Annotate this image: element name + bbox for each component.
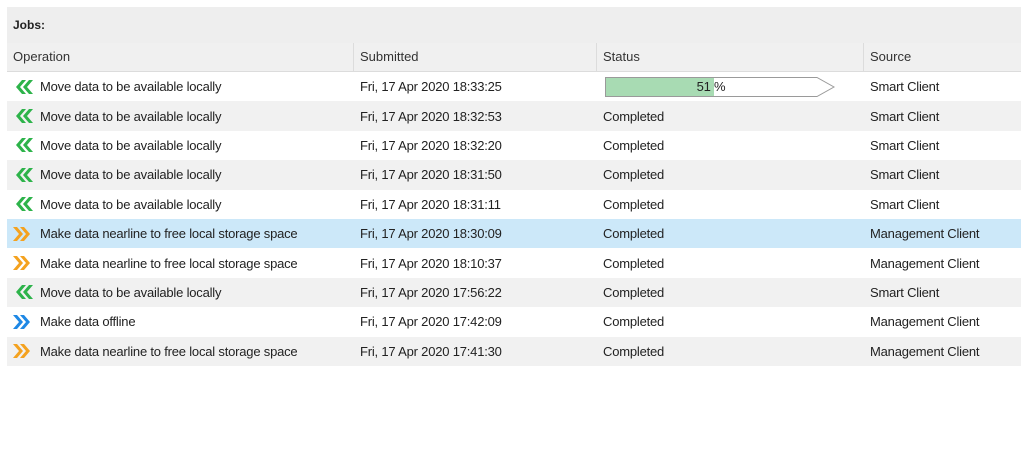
panel-title: Jobs:: [7, 7, 1021, 43]
chevrons-left-icon: [16, 79, 33, 94]
table-row[interactable]: Make data nearline to free local storage…: [7, 336, 1021, 366]
cell-status: Completed: [597, 278, 864, 307]
table-row[interactable]: Move data to be available locally Fri, 17…: [7, 101, 1021, 131]
cell-operation: Move data to be available locally: [7, 160, 354, 189]
chevrons-right-icon: [13, 314, 30, 329]
table-row[interactable]: Move data to be available locally Fri, 17…: [7, 160, 1021, 190]
cell-status: Completed: [597, 160, 864, 189]
cell-submitted: Fri, 17 Apr 2020 18:31:11: [360, 196, 501, 212]
operation-text: Move data to be available locally: [40, 108, 222, 124]
status-text: Completed: [603, 108, 665, 124]
operation-text: Make data offline: [40, 314, 136, 330]
jobs-panel: Jobs: Operation Submitted Status Source …: [7, 7, 1021, 458]
table-row[interactable]: Move data to be available locally Fri, 17…: [7, 190, 1021, 219]
cell-source: Smart Client: [870, 167, 940, 183]
operation-text: Move data to be available locally: [40, 167, 222, 183]
cell-status: Completed: [597, 248, 864, 277]
cell-source: Smart Client: [870, 196, 940, 212]
cell-submitted: Fri, 17 Apr 2020 18:30:09: [360, 226, 502, 242]
table-row[interactable]: Make data offline Fri, 17 Apr 2020 17:42:…: [7, 307, 1021, 336]
cell-submitted: Fri, 17 Apr 2020 18:32:20: [360, 137, 502, 153]
cell-status: 51 %: [597, 72, 864, 101]
cell-source: Management Client: [870, 343, 980, 359]
operation-text: Make data nearline to free local storage…: [40, 255, 298, 271]
grid-header: Operation Submitted Status Source: [7, 43, 1021, 72]
table-row[interactable]: Move data to be available locally Fri, 17…: [7, 277, 1021, 308]
cell-status: Completed: [597, 337, 864, 366]
cell-submitted: Fri, 17 Apr 2020 18:32:53: [360, 108, 502, 124]
jobs-grid: Operation Submitted Status Source Move d…: [7, 43, 1021, 366]
cell-status: Completed: [597, 131, 864, 160]
cell-submitted: Fri, 17 Apr 2020 17:41:30: [360, 343, 502, 359]
cell-status: Completed: [597, 219, 864, 248]
chevrons-left-icon: [16, 197, 33, 212]
operation-text: Move data to be available locally: [40, 137, 222, 153]
chevrons-right-icon: [13, 226, 30, 241]
cell-status: Completed: [597, 190, 864, 219]
cell-operation: Make data nearline to free local storage…: [7, 248, 354, 277]
column-header-operation[interactable]: Operation: [7, 43, 354, 71]
table-row[interactable]: Move data to be available locally Fri, 17…: [7, 72, 1021, 101]
chevrons-left-icon: [16, 167, 33, 182]
table-row[interactable]: Make data nearline to free local storage…: [7, 218, 1021, 249]
status-text: Completed: [603, 137, 665, 153]
status-text: Completed: [603, 284, 665, 300]
status-text: Completed: [603, 167, 665, 183]
cell-submitted: Fri, 17 Apr 2020 17:42:09: [360, 314, 502, 330]
operation-text: Move data to be available locally: [40, 79, 222, 95]
cell-operation: Move data to be available locally: [7, 131, 354, 160]
operation-text: Move data to be available locally: [40, 196, 222, 212]
operation-text: Make data nearline to free local storage…: [40, 343, 298, 359]
status-text: Completed: [603, 255, 665, 271]
cell-operation: Make data nearline to free local storage…: [7, 219, 354, 248]
cell-submitted: Fri, 17 Apr 2020 18:31:50: [360, 167, 502, 183]
cell-source: Management Client: [870, 314, 980, 330]
cell-operation: Move data to be available locally: [7, 190, 354, 219]
cell-operation: Move data to be available locally: [7, 278, 354, 307]
cell-source: Management Client: [870, 255, 980, 271]
operation-text: Move data to be available locally: [40, 284, 222, 300]
chevrons-right-icon: [13, 344, 30, 359]
cell-source: Management Client: [870, 226, 980, 242]
cell-source: Smart Client: [870, 137, 940, 153]
status-text: Completed: [603, 226, 665, 242]
chevrons-left-icon: [16, 285, 33, 300]
chevrons-right-icon: [13, 256, 30, 271]
table-row[interactable]: Move data to be available locally Fri, 17…: [7, 131, 1021, 160]
cell-operation: Make data nearline to free local storage…: [7, 337, 354, 366]
column-header-submitted[interactable]: Submitted: [354, 43, 597, 71]
progress-bar: 51 %: [605, 76, 835, 97]
cell-source: Smart Client: [870, 108, 940, 124]
operation-text: Make data nearline to free local storage…: [40, 226, 298, 242]
status-text: Completed: [603, 196, 665, 212]
cell-submitted: Fri, 17 Apr 2020 18:10:37: [360, 255, 502, 271]
status-text: Completed: [603, 343, 665, 359]
cell-operation: Move data to be available locally: [7, 72, 354, 101]
cell-source: Smart Client: [870, 284, 940, 300]
chevrons-left-icon: [16, 109, 33, 124]
grid-body: Move data to be available locally Fri, 17…: [7, 72, 1021, 366]
column-header-status[interactable]: Status: [597, 43, 864, 71]
table-row[interactable]: Make data nearline to free local storage…: [7, 248, 1021, 277]
column-header-source[interactable]: Source: [864, 43, 1021, 71]
status-text: Completed: [603, 314, 665, 330]
progress-label: 51 %: [696, 78, 726, 94]
cell-status: Completed: [597, 101, 864, 130]
cell-operation: Make data offline: [7, 307, 354, 336]
cell-submitted: Fri, 17 Apr 2020 18:33:25: [360, 79, 502, 95]
chevrons-left-icon: [16, 138, 33, 153]
cell-status: Completed: [597, 307, 864, 336]
cell-operation: Move data to be available locally: [7, 101, 354, 130]
cell-submitted: Fri, 17 Apr 2020 17:56:22: [360, 284, 502, 300]
cell-source: Smart Client: [870, 79, 940, 95]
